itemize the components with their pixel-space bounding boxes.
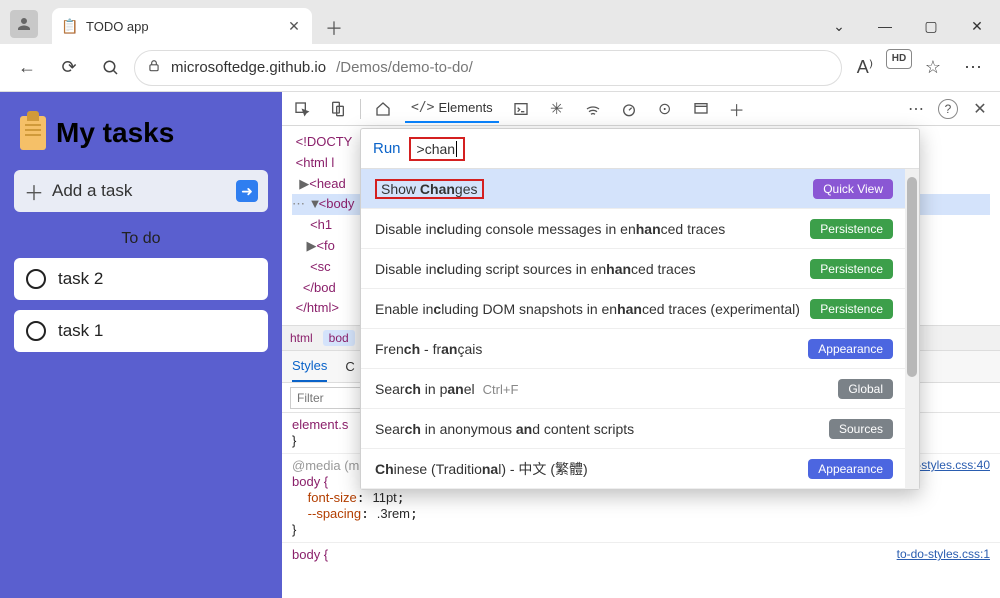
- close-window-button[interactable]: ✕: [954, 8, 1000, 44]
- command-item[interactable]: French - françaisAppearance: [361, 329, 919, 369]
- minimize-button[interactable]: —: [862, 8, 908, 44]
- profile-avatar[interactable]: [10, 10, 38, 38]
- performance-icon[interactable]: [615, 95, 643, 123]
- refresh-button[interactable]: ⟳: [50, 49, 88, 87]
- command-item[interactable]: Enable including DOM snapshots in enhanc…: [361, 289, 919, 329]
- memory-icon[interactable]: ⊙: [651, 95, 679, 123]
- url-host: microsoftedge.github.io: [171, 59, 326, 76]
- category-badge: Persistence: [810, 219, 893, 239]
- window-controls: ⌄ — ▢ ✕: [816, 8, 1000, 44]
- task-label: task 2: [58, 269, 103, 289]
- category-badge: Appearance: [808, 339, 893, 359]
- network-icon[interactable]: [579, 95, 607, 123]
- command-item[interactable]: Disable including console messages in en…: [361, 209, 919, 249]
- console-icon[interactable]: [507, 95, 535, 123]
- add-task-input[interactable]: ＋ Add a task ➜: [14, 170, 268, 212]
- browser-tab[interactable]: 📋 TODO app ✕: [52, 8, 312, 44]
- maximize-button[interactable]: ▢: [908, 8, 954, 44]
- command-item[interactable]: Show ChangesQuick View: [361, 169, 919, 209]
- window-titlebar: 📋 TODO app ✕ ＋ ⌄ — ▢ ✕: [0, 0, 1000, 44]
- help-icon[interactable]: ?: [938, 99, 958, 119]
- url-field[interactable]: microsoftedge.github.io/Demos/demo-to-do…: [134, 50, 842, 86]
- chevron-down-icon[interactable]: ⌄: [816, 8, 862, 44]
- address-bar: ← ⟳ microsoftedge.github.io/Demos/demo-t…: [0, 44, 1000, 92]
- elements-tab[interactable]: </> Elements: [405, 95, 499, 123]
- css-rule[interactable]: to-do-styles.css:1 body {: [282, 542, 1000, 567]
- command-item[interactable]: Chinese (Traditional) - 中文 (繁體)Appearanc…: [361, 449, 919, 489]
- command-results: Show ChangesQuick ViewDisable including …: [361, 169, 919, 489]
- tab-title: TODO app: [86, 19, 278, 34]
- category-badge: Quick View: [813, 179, 893, 199]
- devtools-toolbar: </> Elements ✳ ⊙ ＋ ⋯ ? ✕: [282, 92, 1000, 126]
- back-button[interactable]: ←: [8, 49, 46, 87]
- close-devtools-icon[interactable]: ✕: [966, 95, 994, 123]
- category-badge: Global: [838, 379, 893, 399]
- submit-icon[interactable]: ➜: [236, 180, 258, 202]
- command-item[interactable]: Search in panelCtrl+FGlobal: [361, 369, 919, 409]
- sources-icon[interactable]: ✳: [543, 95, 571, 123]
- lock-icon: [147, 59, 161, 77]
- command-input[interactable]: >chan: [409, 137, 466, 161]
- command-item[interactable]: Search in anonymous and content scriptsS…: [361, 409, 919, 449]
- more-tabs-icon[interactable]: ＋: [723, 95, 751, 123]
- task-item[interactable]: task 2: [14, 258, 268, 300]
- source-link[interactable]: to-do-styles.css:1: [897, 547, 990, 561]
- task-item[interactable]: task 1: [14, 310, 268, 352]
- task-label: task 1: [58, 321, 103, 341]
- welcome-icon[interactable]: [369, 95, 397, 123]
- category-badge: Persistence: [810, 299, 893, 319]
- clipboard-icon: 📋: [62, 18, 78, 34]
- close-tab-icon[interactable]: ✕: [286, 18, 302, 34]
- url-path: /Demos/demo-to-do/: [336, 59, 473, 76]
- styles-tab[interactable]: Styles: [292, 351, 327, 382]
- todo-app: My tasks ＋ Add a task ➜ To do task 2 tas…: [0, 92, 282, 598]
- command-item[interactable]: Disable including script sources in enha…: [361, 249, 919, 289]
- read-aloud-icon[interactable]: A⁾: [846, 49, 884, 87]
- plus-icon: ＋: [24, 177, 44, 206]
- settings-icon[interactable]: ⋯: [902, 95, 930, 123]
- clipboard-icon: [20, 116, 46, 150]
- search-button[interactable]: [92, 49, 130, 87]
- radio-icon[interactable]: [26, 321, 46, 341]
- category-badge: Appearance: [808, 459, 893, 479]
- favorite-icon[interactable]: ☆: [914, 49, 952, 87]
- more-menu-icon[interactable]: ⋯: [954, 49, 992, 87]
- radio-icon[interactable]: [26, 269, 46, 289]
- hd-icon[interactable]: HD: [886, 49, 912, 69]
- application-icon[interactable]: [687, 95, 715, 123]
- add-task-label: Add a task: [52, 181, 132, 201]
- scrollbar[interactable]: [905, 169, 919, 489]
- category-badge: Sources: [829, 419, 893, 439]
- command-menu: Run >chan Show ChangesQuick ViewDisable …: [360, 128, 920, 490]
- command-input-row: Run >chan: [361, 129, 919, 169]
- run-label: Run: [373, 140, 401, 157]
- new-tab-button[interactable]: ＋: [318, 12, 350, 44]
- category-badge: Persistence: [810, 259, 893, 279]
- device-icon[interactable]: [324, 95, 352, 123]
- computed-tab[interactable]: C: [345, 359, 354, 374]
- section-label: To do: [14, 230, 268, 248]
- app-title: My tasks: [20, 116, 268, 150]
- inspect-icon[interactable]: [288, 95, 316, 123]
